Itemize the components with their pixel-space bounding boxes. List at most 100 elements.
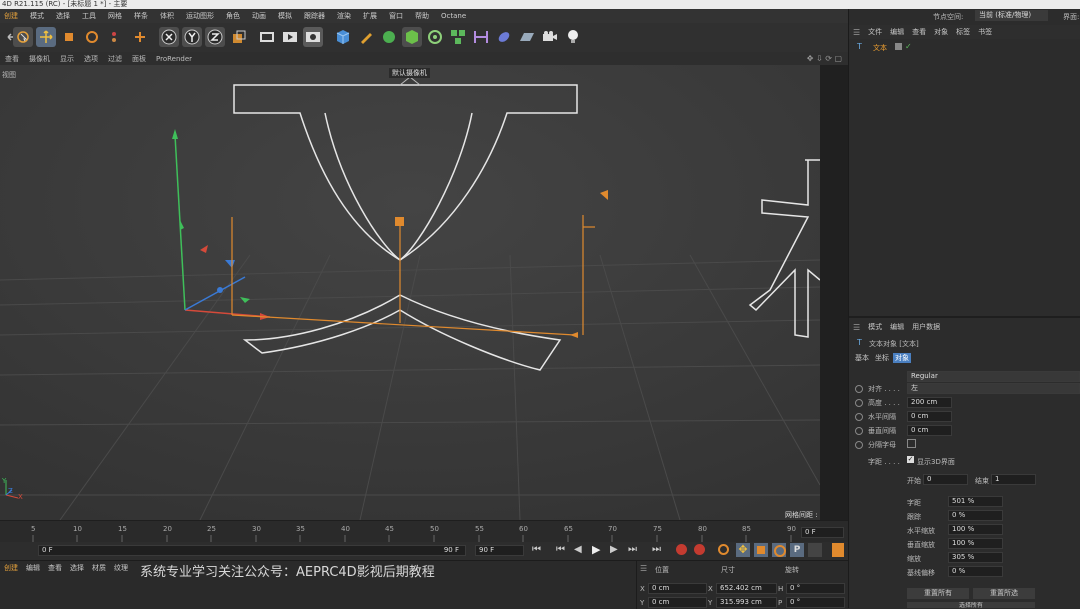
position-y-field[interactable]: 0 cm <box>648 597 707 608</box>
deformer-icon[interactable] <box>471 27 491 47</box>
visibility-toggle-icon[interactable] <box>895 43 902 50</box>
om-menu-objects[interactable]: 对象 <box>930 27 952 37</box>
vspacing-field[interactable]: 0 cm <box>907 425 952 436</box>
menu-tracker[interactable]: 跟踪器 <box>298 11 331 21</box>
object-row-text[interactable]: T 文本 ✓ <box>849 42 1080 53</box>
menu-simulate[interactable]: 模拟 <box>272 11 298 21</box>
key-rotation-icon[interactable] <box>772 543 786 557</box>
scale-tool-icon[interactable] <box>59 27 79 47</box>
viewport-menu-prorender[interactable]: ProRender <box>151 55 197 63</box>
object-manager-menu-icon[interactable]: ☰ <box>849 28 864 37</box>
select-all-button[interactable]: 选择所有 <box>907 602 1035 608</box>
separate-letters-animate-radio[interactable] <box>855 441 863 449</box>
om-menu-view[interactable]: 查看 <box>908 27 930 37</box>
vscale-field[interactable]: 100 % <box>948 538 1003 549</box>
play-icon[interactable]: ▶ <box>592 543 600 556</box>
preview-range-slider[interactable]: 0 F 90 F <box>38 545 466 556</box>
hspacing-animate-radio[interactable] <box>855 413 863 421</box>
viewport-menu-display[interactable]: 显示 <box>55 54 79 64</box>
viewport-menu-options[interactable]: 选项 <box>79 54 103 64</box>
next-frame-icon[interactable]: ▶ <box>610 544 618 555</box>
record-active-icon[interactable] <box>676 544 687 555</box>
scale-field[interactable]: 305 % <box>948 552 1003 563</box>
subdivision-icon[interactable] <box>379 27 399 47</box>
x-axis-lock-icon[interactable] <box>159 27 179 47</box>
timeline-ruler[interactable]: 5 10 15 20 25 30 35 40 45 50 55 60 65 70… <box>0 520 848 543</box>
menu-mesh[interactable]: 网格 <box>102 11 128 21</box>
render-picture-viewer-icon[interactable] <box>280 27 300 47</box>
menu-window[interactable]: 窗口 <box>383 11 409 21</box>
coordinate-system-icon[interactable] <box>229 27 249 47</box>
select-tool-icon[interactable] <box>13 27 33 47</box>
render-settings-icon[interactable] <box>303 27 323 47</box>
next-keyframe-icon[interactable]: ⏭ <box>628 544 637 555</box>
am-menu-edit[interactable]: 编辑 <box>886 322 908 332</box>
align-dropdown[interactable]: 左 <box>907 383 1080 394</box>
viewport-menu-panel[interactable]: 面板 <box>127 54 151 64</box>
add-object-icon[interactable] <box>130 27 150 47</box>
pen-spline-icon[interactable] <box>356 27 376 47</box>
perspective-viewport[interactable]: 视图 默认摄像机 网格间距 : 100 cm Y Z X <box>0 65 820 520</box>
previous-frame-icon[interactable]: ◀ <box>574 544 582 555</box>
om-menu-edit[interactable]: 编辑 <box>886 27 908 37</box>
am-menu-userdata[interactable]: 用户数据 <box>908 322 944 332</box>
light-icon[interactable] <box>563 27 583 47</box>
material-menu-texture[interactable]: 纹理 <box>110 563 132 573</box>
show-3d-checkbox[interactable]: ✓ <box>907 456 914 463</box>
position-x-field[interactable]: 0 cm <box>648 583 707 594</box>
menu-animate[interactable]: 动画 <box>246 11 272 21</box>
viewport-menu-view[interactable]: 查看 <box>0 54 24 64</box>
tab-coord[interactable]: 坐标 <box>873 353 891 363</box>
go-to-start-icon[interactable]: ⏮ <box>532 544 541 555</box>
timeline-layout-icon[interactable] <box>832 543 844 557</box>
key-scale-icon[interactable] <box>754 543 768 557</box>
am-menu-mode[interactable]: 模式 <box>864 322 886 332</box>
om-menu-tags[interactable]: 标签 <box>952 27 974 37</box>
material-menu-create[interactable]: 创建 <box>0 563 22 573</box>
floor-icon[interactable] <box>517 27 537 47</box>
hspacing-field[interactable]: 0 cm <box>907 411 952 422</box>
render-view-icon[interactable] <box>257 27 277 47</box>
default-camera-label[interactable]: 默认摄像机 <box>389 68 430 78</box>
field-icon[interactable] <box>494 27 514 47</box>
previous-keyframe-icon[interactable]: ⏮ <box>556 544 565 555</box>
mograph-cloner-icon[interactable] <box>448 27 468 47</box>
rotate-tool-icon[interactable] <box>82 27 102 47</box>
menu-render[interactable]: 渲染 <box>331 11 357 21</box>
cloner-icon[interactable] <box>425 27 445 47</box>
align-animate-radio[interactable] <box>855 385 863 393</box>
om-menu-bookmarks[interactable]: 书签 <box>974 27 996 37</box>
autokey-icon[interactable] <box>694 544 705 555</box>
go-to-end-icon[interactable]: ⏭ <box>652 544 661 555</box>
menu-mograph[interactable]: 运动图形 <box>180 11 220 21</box>
kern-param-field[interactable]: 501 % <box>948 496 1003 507</box>
material-menu-material[interactable]: 材质 <box>88 563 110 573</box>
viewport-menu-cameras[interactable]: 摄像机 <box>24 54 55 64</box>
keyframe-selection-icon[interactable] <box>718 544 729 555</box>
viewport-nav-icons[interactable]: ✥ ⇩ ⟳ ▢ <box>807 54 842 63</box>
vspacing-animate-radio[interactable] <box>855 427 863 435</box>
hscale-field[interactable]: 100 % <box>948 524 1003 535</box>
start-field[interactable]: 0 <box>923 474 968 485</box>
current-frame-field[interactable]: 0 F <box>801 527 844 538</box>
attribute-manager-menu-icon[interactable]: ☰ <box>849 323 864 332</box>
tab-object[interactable]: 对象 <box>893 353 911 363</box>
y-axis-lock-icon[interactable] <box>182 27 202 47</box>
menu-help[interactable]: 帮助 <box>409 11 435 21</box>
z-axis-lock-icon[interactable] <box>205 27 225 47</box>
end-frame-field[interactable]: 90 F <box>475 545 524 556</box>
height-field[interactable]: 200 cm <box>907 397 952 408</box>
om-menu-file[interactable]: 文件 <box>864 27 886 37</box>
recent-tool-icon[interactable] <box>107 27 127 47</box>
node-space-dropdown[interactable]: 当前 (标准/物理) <box>975 10 1048 21</box>
rotation-h-field[interactable]: 0 ° <box>786 583 845 594</box>
reset-all-button[interactable]: 重置所有 <box>907 588 969 599</box>
coords-menu-icon[interactable]: ☰ <box>640 564 647 573</box>
panel-divider[interactable] <box>849 316 1080 318</box>
menu-select[interactable]: 选择 <box>50 11 76 21</box>
viewport-menu-filter[interactable]: 过滤 <box>103 54 127 64</box>
menu-mode[interactable]: 模式 <box>24 11 50 21</box>
tracking-field[interactable]: 0 % <box>948 510 1003 521</box>
menu-spline[interactable]: 样条 <box>128 11 154 21</box>
key-parameter-icon[interactable]: P <box>790 543 804 557</box>
